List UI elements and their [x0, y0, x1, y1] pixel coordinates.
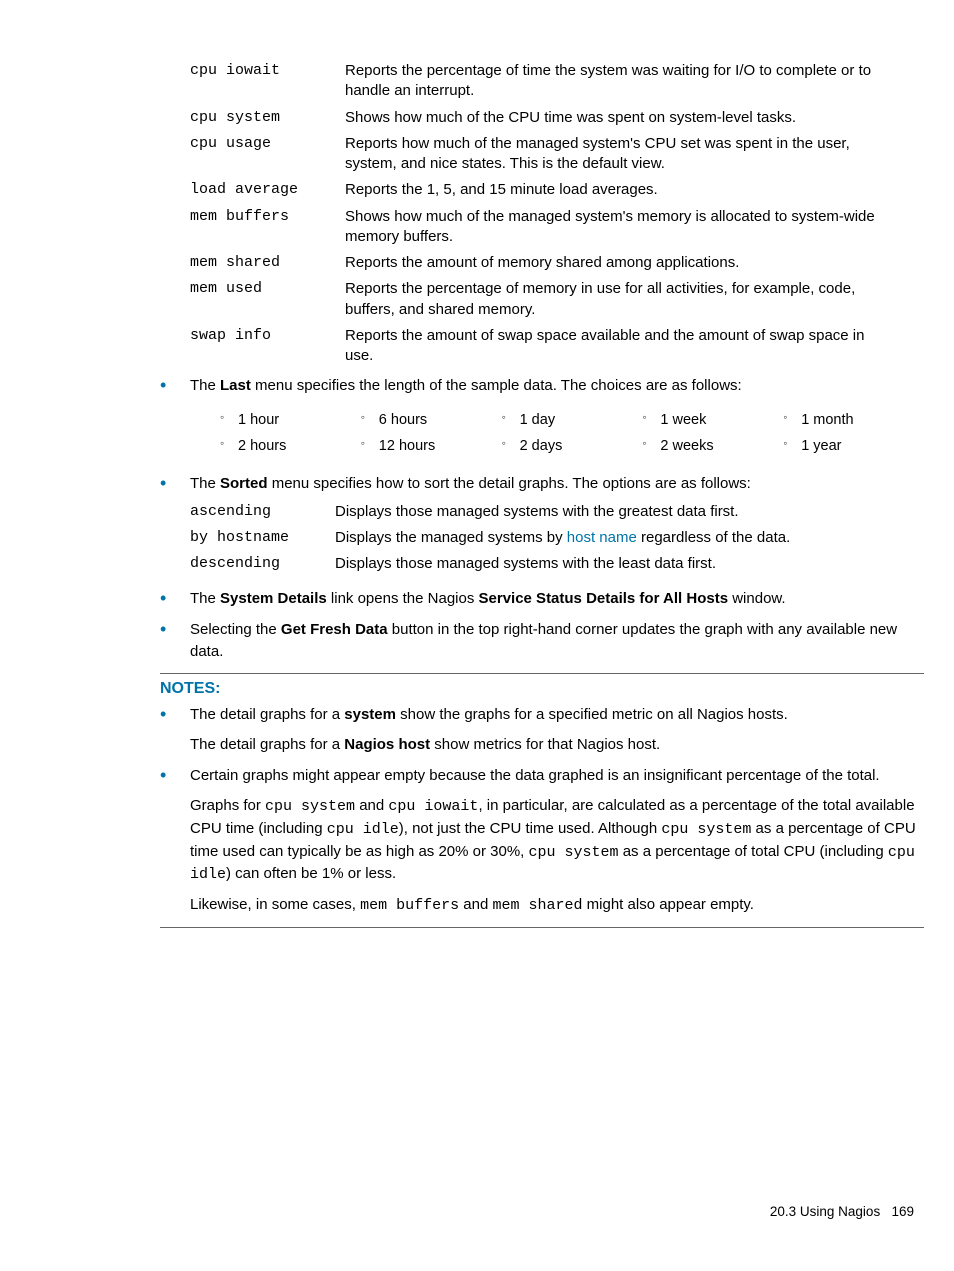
code-text: cpu system — [265, 798, 355, 815]
text: ), not just the CPU time used. Although — [399, 820, 662, 837]
description: Reports the percentage of memory in use … — [345, 276, 894, 323]
code-text: cpu system — [661, 821, 751, 838]
definition-row: load averageReports the 1, 5, and 15 min… — [190, 177, 894, 203]
definition-row: cpu usageReports how much of the managed… — [190, 131, 894, 178]
divider — [160, 673, 924, 674]
definition-row: cpu iowaitReports the percentage of time… — [190, 58, 894, 105]
text: The detail graphs for a — [190, 736, 344, 753]
text: ) can often be 1% or less. — [226, 865, 396, 882]
fresh-data-item: Selecting the Get Fresh Data button in t… — [160, 619, 924, 663]
code-text: cpu system — [529, 844, 619, 861]
time-option: 12 hours — [361, 433, 502, 459]
time-option: 1 hour — [220, 407, 361, 433]
menu-name: Sorted — [220, 475, 268, 492]
term: mem used — [190, 276, 345, 323]
time-column: 1 hour2 hours — [220, 407, 361, 459]
term: by hostname — [190, 525, 335, 551]
text: show the graphs for a specified metric o… — [396, 706, 788, 723]
time-column: 1 day2 days — [502, 407, 643, 459]
definition-row: cpu systemShows how much of the CPU time… — [190, 105, 894, 131]
definition-row: mem usedReports the percentage of memory… — [190, 276, 894, 323]
window-name: Service Status Details for All Hosts — [479, 590, 729, 607]
text: Certain graphs might appear empty becaus… — [190, 767, 880, 784]
sorted-menu-item: The Sorted menu specifies how to sort th… — [160, 473, 924, 578]
term: cpu iowait — [190, 58, 345, 105]
code-text: cpu iowait — [388, 798, 478, 815]
bold-text: Nagios host — [344, 736, 430, 753]
text: and — [355, 797, 388, 814]
text: link opens the Nagios — [327, 590, 479, 607]
text: The — [190, 377, 220, 394]
time-column: 1 week2 weeks — [642, 407, 783, 459]
time-option: 1 month — [783, 407, 924, 433]
text: and — [459, 896, 492, 913]
description: Reports the 1, 5, and 15 minute load ave… — [345, 177, 894, 203]
description: Displays those managed systems with the … — [335, 499, 924, 525]
description: Reports the amount of swap space availab… — [345, 323, 894, 370]
definition-row: mem sharedReports the amount of memory s… — [190, 250, 894, 276]
text: Likewise, in some cases, — [190, 896, 360, 913]
term: cpu system — [190, 105, 345, 131]
note-item-2: Certain graphs might appear empty becaus… — [160, 765, 924, 917]
divider — [160, 927, 924, 928]
description: Reports how much of the managed system's… — [345, 131, 894, 178]
text: as a percentage of total CPU (including — [619, 843, 888, 860]
text: menu specifies the length of the sample … — [251, 377, 742, 394]
term: cpu usage — [190, 131, 345, 178]
term: mem shared — [190, 250, 345, 276]
time-option: 1 week — [642, 407, 783, 433]
time-option: 1 year — [783, 433, 924, 459]
time-column: 6 hours12 hours — [361, 407, 502, 459]
page-number: 169 — [891, 1204, 914, 1219]
definition-row: swap infoReports the amount of swap spac… — [190, 323, 894, 370]
term: ascending — [190, 499, 335, 525]
term: swap info — [190, 323, 345, 370]
menu-name: Last — [220, 377, 251, 394]
sort-option-row: descendingDisplays those managed systems… — [190, 551, 924, 577]
system-details-item: The System Details link opens the Nagios… — [160, 588, 924, 610]
code-text: mem shared — [492, 897, 582, 914]
term: mem buffers — [190, 204, 345, 251]
sort-option-row: by hostnameDisplays the managed systems … — [190, 525, 924, 551]
description: Shows how much of the managed system's m… — [345, 204, 894, 251]
last-menu-item: The Last menu specifies the length of th… — [160, 375, 924, 459]
time-option: 1 day — [502, 407, 643, 433]
button-name: Get Fresh Data — [281, 621, 388, 638]
time-option: 2 hours — [220, 433, 361, 459]
text: Graphs for — [190, 797, 265, 814]
text: window. — [728, 590, 786, 607]
code-text: mem buffers — [360, 897, 459, 914]
description: Reports the percentage of time the syste… — [345, 58, 894, 105]
time-option: 2 weeks — [642, 433, 783, 459]
glossary-link[interactable]: host name — [567, 529, 637, 546]
link-name: System Details — [220, 590, 327, 607]
description: Displays those managed systems with the … — [335, 551, 924, 577]
text: menu specifies how to sort the detail gr… — [268, 475, 751, 492]
term: load average — [190, 177, 345, 203]
term: descending — [190, 551, 335, 577]
text: The detail graphs for a — [190, 706, 344, 723]
bold-text: system — [344, 706, 396, 723]
section-label: 20.3 Using Nagios — [770, 1204, 880, 1219]
description: Reports the amount of memory shared amon… — [345, 250, 894, 276]
text: Selecting the — [190, 621, 281, 638]
time-option: 2 days — [502, 433, 643, 459]
definition-row: mem buffersShows how much of the managed… — [190, 204, 894, 251]
page-footer: 20.3 Using Nagios 169 — [770, 1204, 914, 1219]
note-item-1: The detail graphs for a system show the … — [160, 704, 924, 756]
text: might also appear empty. — [583, 896, 754, 913]
sort-option-row: ascendingDisplays those managed systems … — [190, 499, 924, 525]
text: The — [190, 590, 220, 607]
description: Shows how much of the CPU time was spent… — [345, 105, 894, 131]
description: Displays the managed systems by host nam… — [335, 525, 924, 551]
time-option: 6 hours — [361, 407, 502, 433]
text: show metrics for that Nagios host. — [430, 736, 660, 753]
code-text: cpu idle — [327, 821, 399, 838]
time-options-grid: 1 hour2 hours6 hours12 hours1 day2 days1… — [220, 407, 924, 459]
definitions-table-1: cpu iowaitReports the percentage of time… — [190, 58, 894, 369]
text: The — [190, 475, 220, 492]
notes-heading: NOTES: — [160, 680, 924, 698]
time-column: 1 month1 year — [783, 407, 924, 459]
